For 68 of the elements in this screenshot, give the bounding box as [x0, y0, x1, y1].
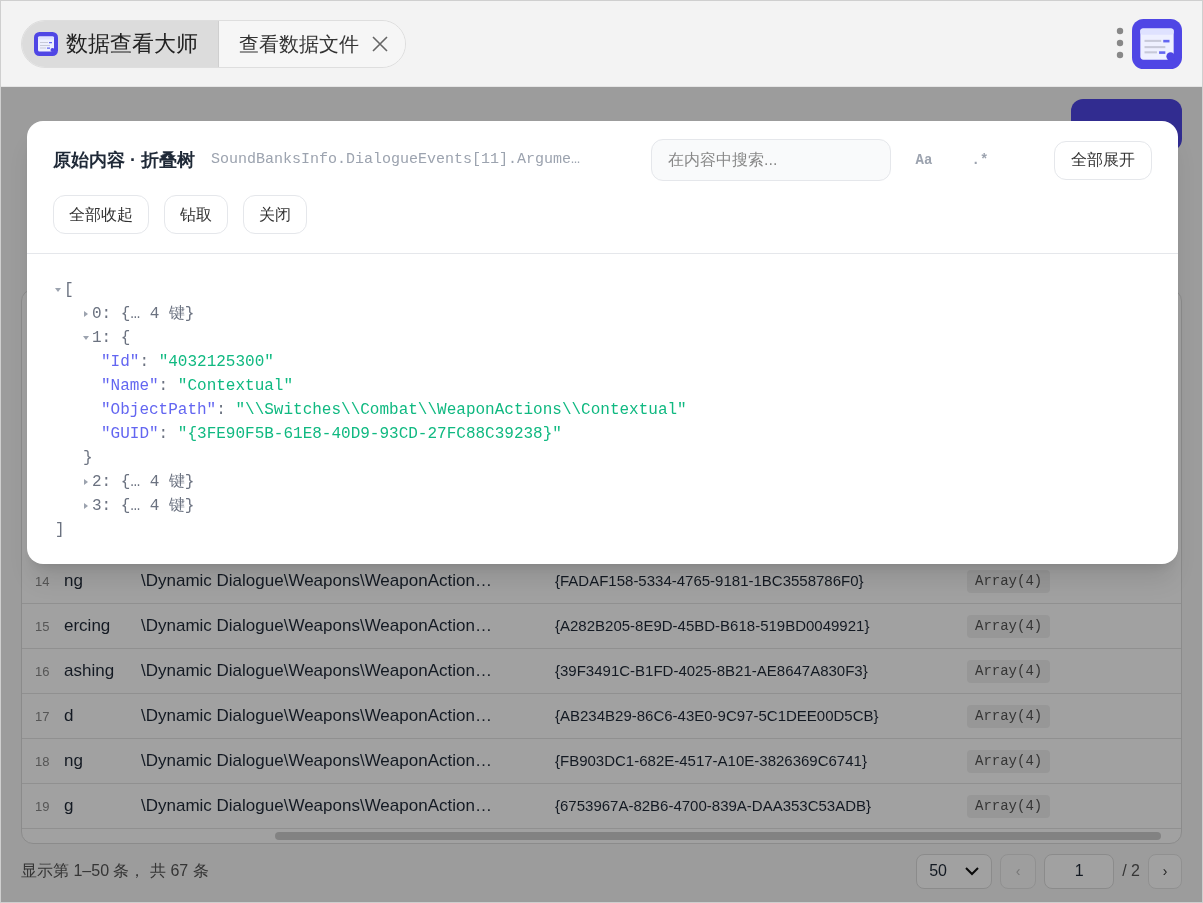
collapse-triangle-icon[interactable]	[55, 287, 61, 293]
app-title-chip[interactable]: 数据查看大师	[22, 20, 218, 67]
table-cell: {AB234B29-86C6-43E0-9C97-5C1DEE00D5CB}	[555, 707, 879, 724]
table-cell: \Dynamic Dialogue\Weapons\WeaponAction…	[141, 616, 492, 636]
table-cell: ercing	[64, 616, 111, 636]
expand-triangle-icon[interactable]	[83, 479, 89, 485]
expand-triangle-icon[interactable]	[83, 311, 89, 317]
table-cell: {A282B205-8E9D-45BD-B618-519BD0049921}	[555, 617, 870, 634]
page-size-select[interactable]: 50	[916, 853, 993, 889]
row-number: 14	[35, 574, 50, 589]
next-page-button[interactable]: ›	[1148, 853, 1182, 889]
table-cell: \Dynamic Dialogue\Weapons\WeaponAction…	[141, 661, 492, 681]
expand-all-button[interactable]: 全部展开	[1054, 140, 1152, 180]
collapse-triangle-icon[interactable]	[83, 335, 89, 341]
dialog-button[interactable]: 关闭	[243, 195, 307, 234]
file-tab[interactable]: 查看数据文件	[218, 20, 405, 67]
row-number: 16	[35, 664, 50, 679]
tree-node-label[interactable]: 1: {	[92, 326, 131, 350]
search-field[interactable]: 在内容中搜索...	[651, 139, 891, 181]
tree-bracket: }	[83, 449, 93, 467]
row-number: 18	[35, 754, 50, 769]
tree-node-label[interactable]: 3: {… 4 键}	[92, 494, 195, 518]
tree-node-label[interactable]: 0: {… 4 键}	[92, 302, 195, 326]
type-tag: Array(4)	[967, 569, 1051, 593]
table-cell: ng	[64, 571, 83, 591]
json-path: SoundBanksInfo.DialogueEvents[11].Argume…	[211, 149, 582, 170]
table-cell: \Dynamic Dialogue\Weapons\WeaponAction…	[141, 796, 492, 816]
table-cell: {FADAF158-5334-4765-9181-1BC3558786F0}	[555, 572, 864, 589]
row-number: 19	[35, 799, 50, 814]
dialog-button[interactable]: 钻取	[164, 195, 228, 234]
json-entry: "GUID": "{3FE90F5B-61E8-40D9-93CD-27FC88C39238}"	[101, 425, 562, 443]
more-icon[interactable]	[1116, 26, 1124, 61]
table-cell: \Dynamic Dialogue\Weapons\WeaponAction…	[141, 571, 492, 591]
close-icon[interactable]	[371, 34, 389, 53]
app-logo-icon	[34, 31, 58, 56]
table-cell: \Dynamic Dialogue\Weapons\WeaponAction…	[141, 706, 492, 726]
table-cell: \Dynamic Dialogue\Weapons\WeaponAction…	[141, 751, 492, 771]
type-tag: Array(4)	[967, 704, 1051, 728]
tree-bracket: ]	[55, 521, 65, 539]
type-tag: Array(4)	[967, 614, 1051, 638]
chevron-down-icon	[965, 866, 980, 876]
table-cell: {39F3491C-B1FD-4025-8B21-AE8647A830F3}	[555, 662, 868, 679]
tab-label: 查看数据文件	[239, 31, 359, 57]
table-cell: {6753967A-82B6-4700-839A-DAA353C53ADB}	[555, 797, 872, 814]
table-cell: d	[64, 706, 74, 726]
page-number-field[interactable]: 1	[1044, 853, 1115, 889]
expand-triangle-icon[interactable]	[83, 503, 89, 509]
type-tag: Array(4)	[967, 659, 1051, 683]
json-entry: "Name": "Contextual"	[101, 377, 294, 395]
horizontal-scrollbar[interactable]	[275, 832, 1161, 840]
dialog-title: 原始内容 · 折叠树	[53, 148, 195, 172]
row-number: 17	[35, 709, 50, 724]
app-icon	[1132, 18, 1182, 69]
type-tag: Array(4)	[967, 749, 1051, 773]
tree-node-label[interactable]: 2: {… 4 键}	[92, 470, 195, 494]
type-tag: Array(4)	[967, 794, 1051, 818]
pagination-summary: 显示第 1–50 条， 共 67 条	[21, 861, 209, 881]
table-cell: ng	[64, 751, 83, 771]
tree-bracket: [	[64, 280, 74, 301]
total-pages: / 2	[1122, 861, 1140, 881]
dialog-button[interactable]: 全部收起	[53, 195, 149, 234]
json-entry: "Id": "4032125300"	[101, 353, 274, 371]
app-name: 数据查看大师	[66, 30, 198, 58]
json-entry: "ObjectPath": "\\Switches\\Combat\\WeaponActions\\Contextual"	[101, 401, 687, 419]
table-cell: {FB903DC1-682E-4517-A10E-3826369C6741}	[555, 752, 867, 769]
row-number: 15	[35, 619, 50, 634]
table-cell: g	[64, 796, 74, 816]
table-cell: ashing	[64, 661, 115, 681]
